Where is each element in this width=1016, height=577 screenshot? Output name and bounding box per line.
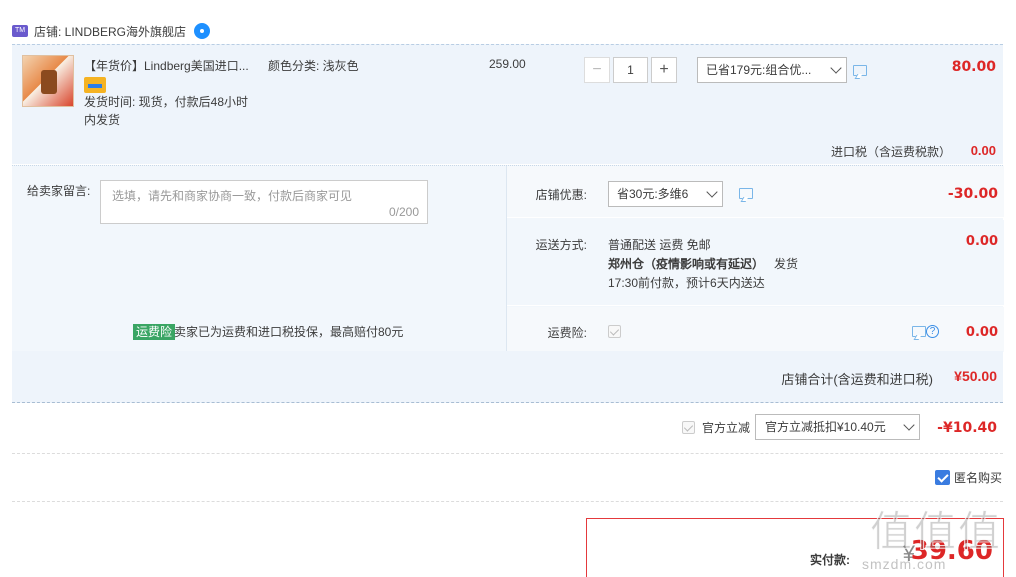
import-tax-label: 进口税（含运费税款）: [830, 145, 951, 159]
shipping-warehouse: 郑州仓（疫情影响或有延迟） 发货: [608, 255, 798, 274]
official-discount-value: 官方立减抵扣¥10.40元: [765, 420, 886, 434]
seller-memo-placeholder: 选填，请先和商家协商一致，付款后商家可见: [112, 189, 353, 203]
seller-memo-input[interactable]: 选填，请先和商家协商一致，付款后商家可见 0/200: [100, 180, 428, 224]
insurance-amount: 0.00: [965, 325, 998, 340]
order-item-row: 【年货价】Lindberg美国进口... 发货时间: 现货，付款后48小时内发货…: [12, 44, 1003, 164]
official-discount-row: 官方立减 官方立减抵扣¥10.40元 -¥10.40: [12, 404, 1003, 454]
quantity-increase-button[interactable]: +: [651, 57, 677, 83]
insurance-section: 运费险: ? 0.00: [507, 307, 1004, 352]
warehouse-name: 郑州仓（疫情影响或有延迟）: [608, 257, 765, 271]
seller-memo-count: 0/200: [388, 205, 419, 219]
unit-price: 259.00: [489, 57, 526, 71]
official-discount-select[interactable]: 官方立减抵扣¥10.40元: [755, 414, 920, 440]
order-adjustments: 店铺优惠: 省30元:多维6 -30.00 运送方式: 普通配送 运费 免邮 郑…: [506, 166, 1004, 352]
shop-coupon-value: 省30元:多维6: [617, 187, 689, 201]
chevron-down-icon: [903, 419, 915, 431]
sku-info: 颜色分类: 浅灰色: [268, 59, 359, 73]
anonymous-label: 匿名购买: [953, 471, 1002, 485]
help-icon[interactable]: ?: [926, 325, 939, 338]
shop-coupon-select[interactable]: 省30元:多维6: [608, 181, 723, 207]
anonymous-purchase[interactable]: 匿名购买: [934, 469, 1002, 486]
shipping-method: 普通配送 运费 免邮: [608, 238, 711, 252]
credit-card-icon: [84, 77, 106, 93]
shop-name[interactable]: 店铺: LINDBERG海外旗舰店: [34, 23, 186, 40]
insurance-checkbox[interactable]: [608, 325, 621, 338]
official-discount-label: 官方立减: [702, 421, 751, 435]
product-thumbnail[interactable]: [22, 55, 74, 107]
shop-total-label: 店铺合计(含运费和进口税): [781, 372, 933, 387]
shipping-label: 运送方式:: [535, 238, 587, 252]
insurance-label: 运费险:: [547, 326, 587, 340]
shop-coupon-amount: -30.00: [947, 186, 998, 202]
shop-total-row: 店铺合计(含运费和进口税) ¥50.00: [12, 351, 1003, 403]
watermark-url: smzdm.com: [862, 556, 947, 572]
payment-label: 实付款:: [810, 553, 850, 567]
shipping-details: 普通配送 运费 免邮 郑州仓（疫情影响或有延迟） 发货 17:30前付款，预计6…: [608, 236, 798, 293]
anonymous-checkbox[interactable]: [934, 470, 950, 485]
insurance-tag: 运费险: [133, 324, 176, 340]
divider: [12, 501, 1003, 502]
shop-coupon-section: 店铺优惠: 省30元:多维6 -30.00: [507, 166, 1004, 218]
wangwang-chat-icon[interactable]: [194, 23, 211, 39]
shipping-section: 运送方式: 普通配送 运费 免邮 郑州仓（疫情影响或有延迟） 发货 17:30前…: [507, 220, 1004, 306]
order-options: 给卖家留言: 选填，请先和商家协商一致，付款后商家可见 0/200 店铺优惠: …: [12, 165, 1004, 352]
item-promotion-select[interactable]: 已省179元:组合优...: [697, 57, 847, 83]
shop-total-value: ¥50.00: [954, 368, 997, 384]
ship-time: 发货时间: 现货，付款后48小时内发货: [84, 95, 249, 127]
chevron-down-icon: [706, 186, 718, 198]
shipping-eta: 17:30前付款，预计6天内送达: [608, 276, 765, 290]
warehouse-action: 发货: [774, 257, 799, 271]
insurance-text: 卖家已为运费和进口税投保，最高赔付80元: [174, 325, 404, 339]
official-discount-amount: -¥10.40: [937, 420, 997, 436]
quantity-input[interactable]: 1: [613, 57, 648, 83]
item-total: 80.00: [951, 59, 996, 75]
shop-coupon-label: 店铺优惠:: [535, 188, 587, 202]
tmall-shop-icon: TM: [12, 25, 28, 37]
message-icon[interactable]: [739, 188, 753, 199]
shipping-amount: 0.00: [965, 234, 998, 249]
watermark-logo: 值值值: [869, 507, 1003, 557]
item-promotion-value: 已省179元:组合优...: [706, 63, 812, 77]
quantity-decrease-button[interactable]: −: [584, 57, 610, 83]
product-title[interactable]: 【年货价】Lindberg美国进口...: [84, 57, 249, 74]
shop-header: TM 店铺: LINDBERG海外旗舰店: [12, 20, 211, 42]
official-discount-checkbox[interactable]: [682, 421, 695, 434]
message-icon[interactable]: [853, 65, 867, 76]
import-tax-value: 0.00: [970, 143, 996, 158]
message-icon[interactable]: [912, 326, 926, 337]
seller-memo-label: 给卖家留言:: [27, 184, 91, 198]
chevron-down-icon: [830, 62, 842, 74]
